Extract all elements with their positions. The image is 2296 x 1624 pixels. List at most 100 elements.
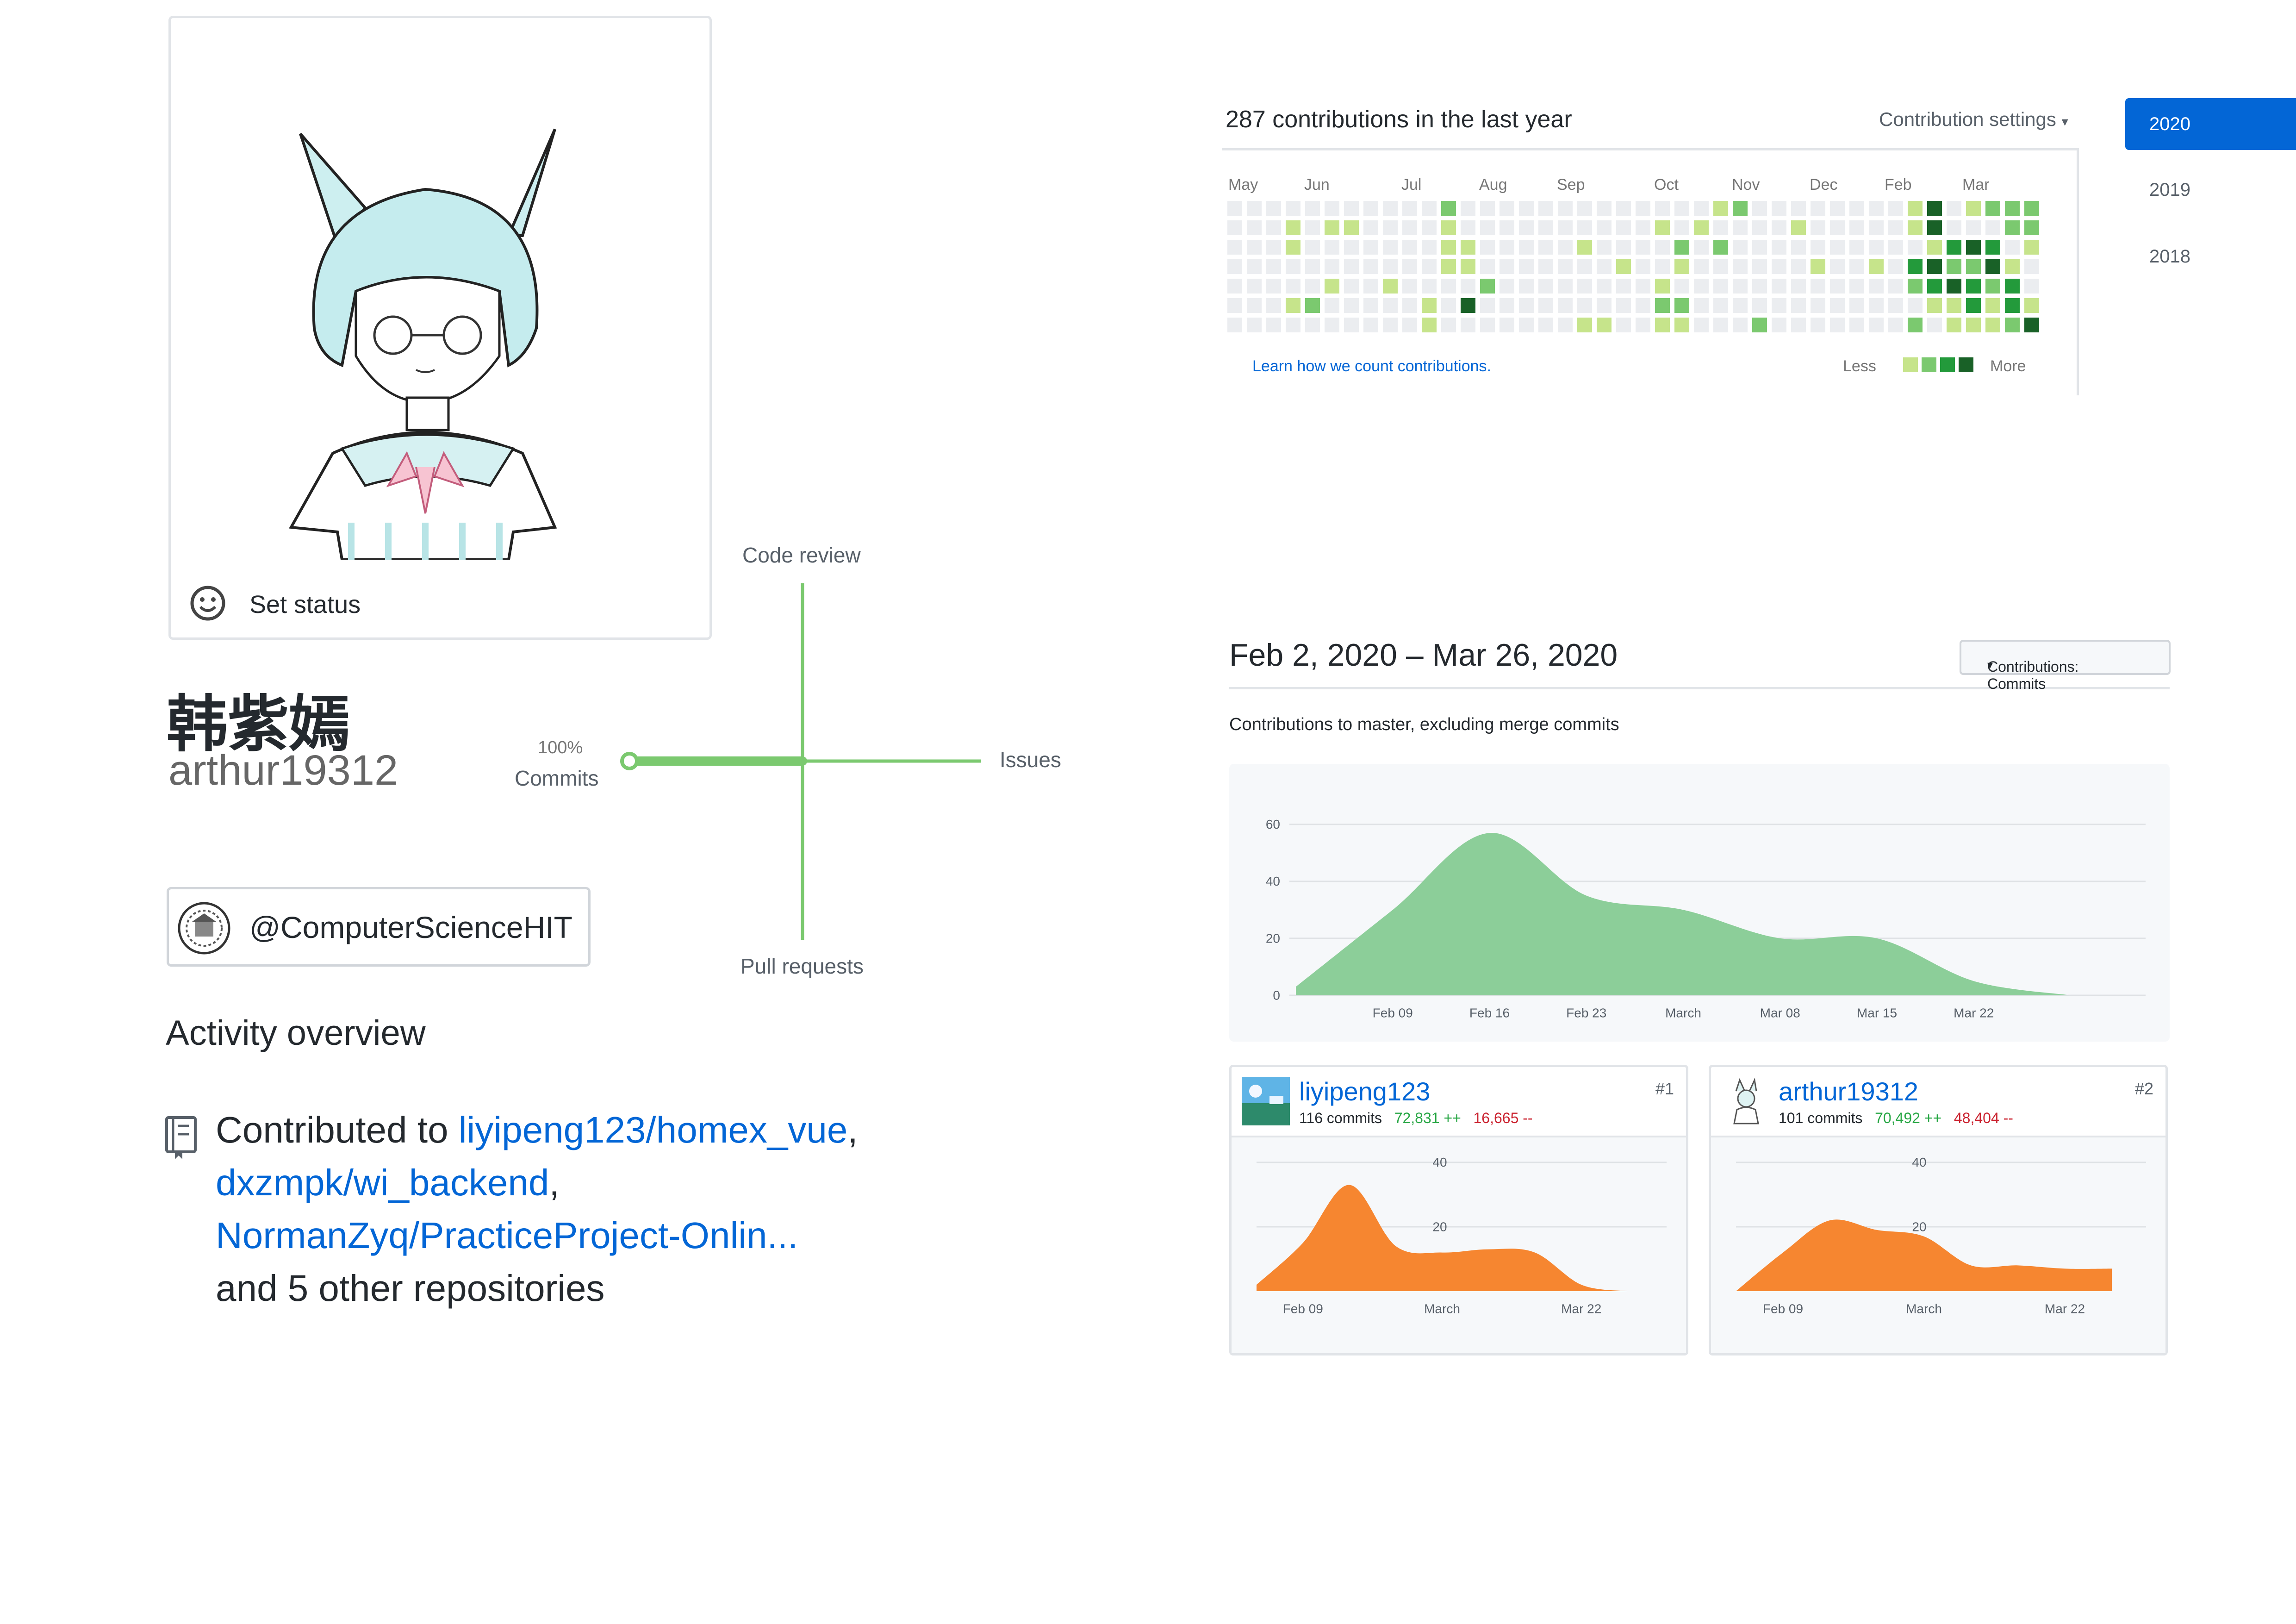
calendar-day[interactable] (1422, 220, 1437, 235)
calendar-day[interactable] (1305, 220, 1320, 235)
calendar-day[interactable] (1869, 259, 1884, 274)
calendar-day[interactable] (1713, 298, 1728, 313)
calendar-day[interactable] (2005, 279, 2020, 294)
calendar-day[interactable] (1733, 318, 1748, 332)
calendar-day[interactable] (1694, 240, 1709, 255)
calendar-day[interactable] (1713, 220, 1728, 235)
calendar-day[interactable] (1383, 240, 1398, 255)
calendar-day[interactable] (1733, 279, 1748, 294)
calendar-day[interactable] (1927, 318, 1942, 332)
calendar-day[interactable] (1577, 201, 1592, 216)
calendar-day[interactable] (1674, 318, 1689, 332)
calendar-day[interactable] (1927, 298, 1942, 313)
calendar-day[interactable] (1227, 220, 1242, 235)
calendar-day[interactable] (1830, 318, 1845, 332)
calendar-day[interactable] (1538, 318, 1553, 332)
calendar-day[interactable] (1461, 201, 1475, 216)
calendar-day[interactable] (2005, 259, 2020, 274)
calendar-day[interactable] (1830, 279, 1845, 294)
calendar-day[interactable] (1927, 240, 1942, 255)
calendar-day[interactable] (1811, 318, 1825, 332)
calendar-day[interactable] (1830, 298, 1845, 313)
calendar-day[interactable] (1247, 240, 1262, 255)
calendar-day[interactable] (1636, 279, 1650, 294)
calendar-day[interactable] (1344, 298, 1359, 313)
calendar-day[interactable] (1713, 279, 1728, 294)
calendar-day[interactable] (1461, 279, 1475, 294)
contributor-name-link[interactable]: liyipeng123 (1299, 1076, 1430, 1106)
calendar-day[interactable] (1286, 279, 1300, 294)
contributions-type-select[interactable]: Contributions: Commits ▾ (1960, 640, 2171, 692)
calendar-day[interactable] (1500, 298, 1514, 313)
year-2018-tab[interactable]: 2018 (2149, 246, 2190, 267)
calendar-day[interactable] (1713, 240, 1728, 255)
calendar-day[interactable] (1325, 240, 1339, 255)
calendar-day[interactable] (1577, 279, 1592, 294)
calendar-day[interactable] (1888, 259, 1903, 274)
calendar-day[interactable] (1480, 240, 1495, 255)
calendar-day[interactable] (1383, 259, 1398, 274)
calendar-day[interactable] (1674, 298, 1689, 313)
calendar-day[interactable] (1869, 220, 1884, 235)
calendar-day[interactable] (1908, 201, 1923, 216)
calendar-day[interactable] (1597, 318, 1612, 332)
calendar-day[interactable] (1500, 240, 1514, 255)
calendar-day[interactable] (1480, 298, 1495, 313)
calendar-day[interactable] (1888, 298, 1903, 313)
calendar-day[interactable] (1577, 318, 1592, 332)
calendar-day[interactable] (1286, 240, 1300, 255)
calendar-day[interactable] (2024, 318, 2039, 332)
calendar-day[interactable] (1616, 220, 1631, 235)
calendar-day[interactable] (1927, 201, 1942, 216)
calendar-day[interactable] (1966, 279, 1981, 294)
calendar-day[interactable] (1655, 240, 1670, 255)
calendar-day[interactable] (1597, 298, 1612, 313)
calendar-day[interactable] (1849, 279, 1864, 294)
calendar-day[interactable] (1830, 220, 1845, 235)
calendar-day[interactable] (1791, 259, 1806, 274)
calendar-day[interactable] (1811, 279, 1825, 294)
calendar-day[interactable] (1597, 279, 1612, 294)
calendar-day[interactable] (1985, 259, 2000, 274)
calendar-day[interactable] (1752, 298, 1767, 313)
calendar-day[interactable] (1674, 201, 1689, 216)
calendar-day[interactable] (1402, 259, 1417, 274)
calendar-day[interactable] (1325, 298, 1339, 313)
calendar-day[interactable] (1227, 318, 1242, 332)
calendar-day[interactable] (1733, 201, 1748, 216)
calendar-day[interactable] (1985, 201, 2000, 216)
calendar-day[interactable] (1985, 279, 2000, 294)
calendar-day[interactable] (1772, 298, 1786, 313)
calendar-day[interactable] (1674, 220, 1689, 235)
calendar-day[interactable] (1908, 318, 1923, 332)
calendar-day[interactable] (1247, 259, 1262, 274)
calendar-day[interactable] (1713, 259, 1728, 274)
calendar-day[interactable] (1227, 259, 1242, 274)
calendar-day[interactable] (1791, 201, 1806, 216)
calendar-day[interactable] (1655, 220, 1670, 235)
calendar-day[interactable] (1247, 201, 1262, 216)
commit-count[interactable]: 101 commits (1779, 1110, 1862, 1126)
calendar-day[interactable] (1811, 298, 1825, 313)
calendar-day[interactable] (1402, 220, 1417, 235)
calendar-day[interactable] (1558, 259, 1573, 274)
calendar-day[interactable] (1674, 259, 1689, 274)
calendar-day[interactable] (1694, 298, 1709, 313)
calendar-day[interactable] (1519, 318, 1534, 332)
calendar-day[interactable] (1616, 298, 1631, 313)
calendar-day[interactable] (1908, 279, 1923, 294)
calendar-day[interactable] (1577, 220, 1592, 235)
calendar-day[interactable] (1869, 201, 1884, 216)
calendar-day[interactable] (1383, 201, 1398, 216)
calendar-day[interactable] (1966, 240, 1981, 255)
calendar-day[interactable] (1500, 318, 1514, 332)
calendar-day[interactable] (1577, 298, 1592, 313)
calendar-day[interactable] (1694, 318, 1709, 332)
calendar-day[interactable] (1733, 240, 1748, 255)
calendar-day[interactable] (1266, 298, 1281, 313)
calendar-day[interactable] (1286, 318, 1300, 332)
calendar-day[interactable] (1985, 318, 2000, 332)
calendar-day[interactable] (1344, 240, 1359, 255)
calendar-day[interactable] (1733, 298, 1748, 313)
calendar-day[interactable] (1888, 220, 1903, 235)
